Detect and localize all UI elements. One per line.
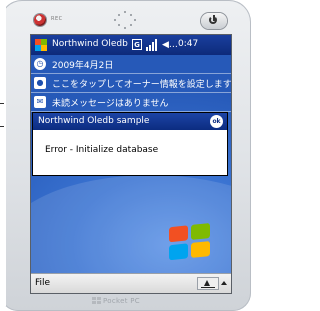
navigation-bar: Northwind Oledb G ◀… 0:47 xyxy=(31,35,231,55)
dialog-title: Northwind Oledb sample xyxy=(38,116,150,126)
mail-icon: ✉ xyxy=(34,96,46,108)
connectivity-badge[interactable]: G xyxy=(132,39,142,50)
device-screen: Northwind Oledb G ◀… 0:47 ◷ 2009年4月2日 ● … xyxy=(31,35,231,293)
today-messages-row[interactable]: ✉ 未読メッセージはありません xyxy=(31,93,231,112)
today-owner-row[interactable]: ● ここをタップしてオーナー情報を設定します xyxy=(31,74,231,93)
signal-icon[interactable] xyxy=(146,39,158,51)
error-dialog: Northwind Oledb sample ok Error - Initia… xyxy=(33,113,227,175)
pocket-pc-device: REC Northwind Oledb G ◀… 0:47 ◷ 2009年4月2… xyxy=(0,0,251,311)
messages-text: 未読メッセージはありません xyxy=(52,99,169,109)
volume-icon[interactable]: ◀… xyxy=(162,40,178,50)
clock[interactable]: 0:47 xyxy=(178,39,198,49)
input-panel-button[interactable] xyxy=(197,277,219,290)
speaker-grille xyxy=(113,11,137,29)
record-label: REC xyxy=(51,16,63,22)
owner-icon: ● xyxy=(34,77,46,89)
power-button[interactable] xyxy=(201,13,227,29)
today-date-row[interactable]: ◷ 2009年4月2日 xyxy=(31,55,231,74)
input-panel-arrow-icon[interactable] xyxy=(221,281,227,285)
file-menu[interactable]: File xyxy=(35,278,50,288)
window-edge xyxy=(0,6,6,306)
edge-mark xyxy=(0,126,4,127)
edge-mark xyxy=(0,103,4,104)
ok-button[interactable]: ok xyxy=(210,115,223,128)
owner-prompt-text: ここをタップしてオーナー情報を設定します xyxy=(52,80,231,90)
clock-icon: ◷ xyxy=(34,58,46,70)
menu-bar: File xyxy=(31,273,231,293)
windows-logo-icon xyxy=(169,223,213,264)
date-text: 2009年4月2日 xyxy=(52,61,114,71)
app-title: Northwind Oledb xyxy=(52,39,128,49)
brand-label: Pocket PC xyxy=(103,297,140,305)
error-message: Error - Initialize database xyxy=(45,145,159,155)
record-button[interactable] xyxy=(34,14,46,26)
dialog-titlebar: Northwind Oledb sample ok xyxy=(33,113,227,130)
start-menu-icon[interactable] xyxy=(34,38,48,52)
brand-logo-icon xyxy=(92,297,101,305)
